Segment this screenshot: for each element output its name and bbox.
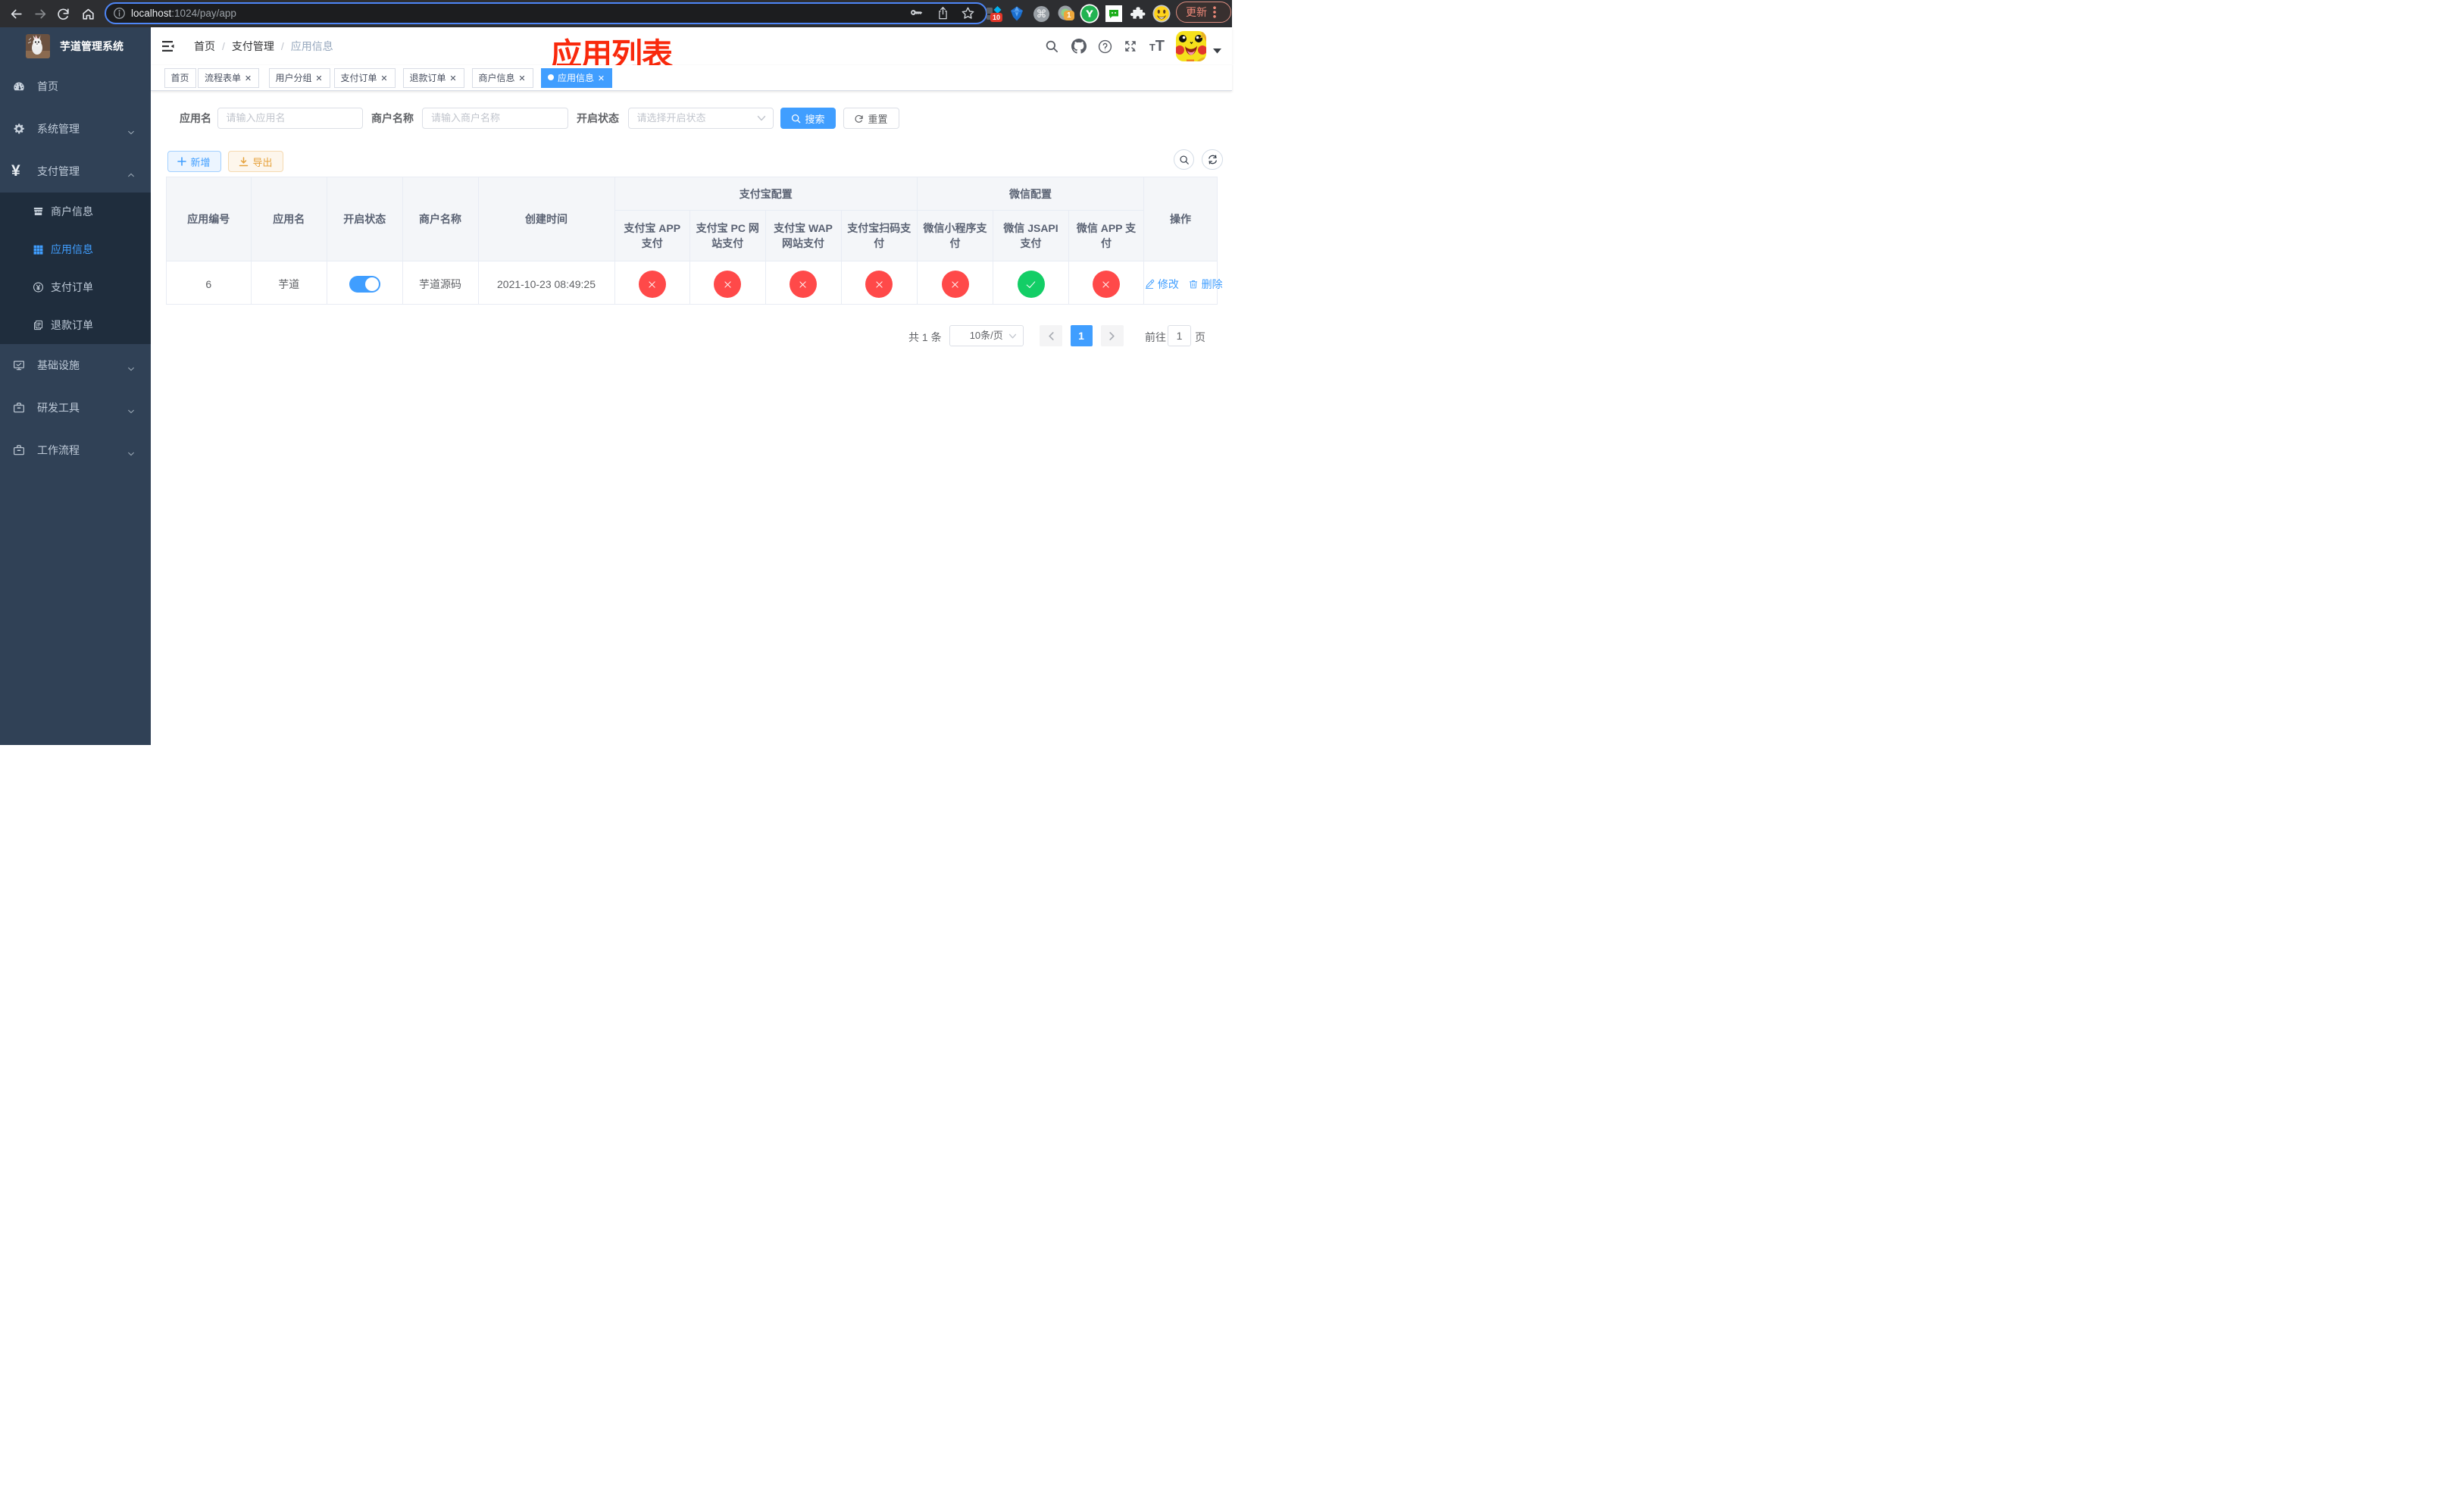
svg-text:⌘: ⌘ xyxy=(1036,8,1046,20)
